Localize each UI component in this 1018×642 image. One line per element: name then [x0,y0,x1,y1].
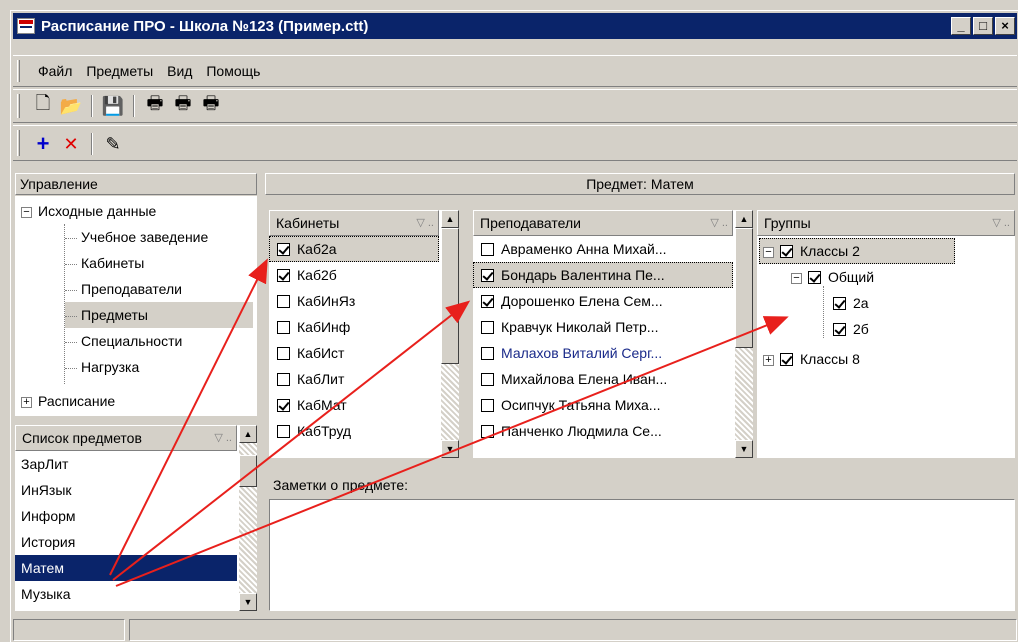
annotation-arrows [109,258,789,587]
arrow-to-rooms [109,258,268,576]
arrow-to-groups [115,316,789,587]
arrow-to-teachers [112,300,471,581]
